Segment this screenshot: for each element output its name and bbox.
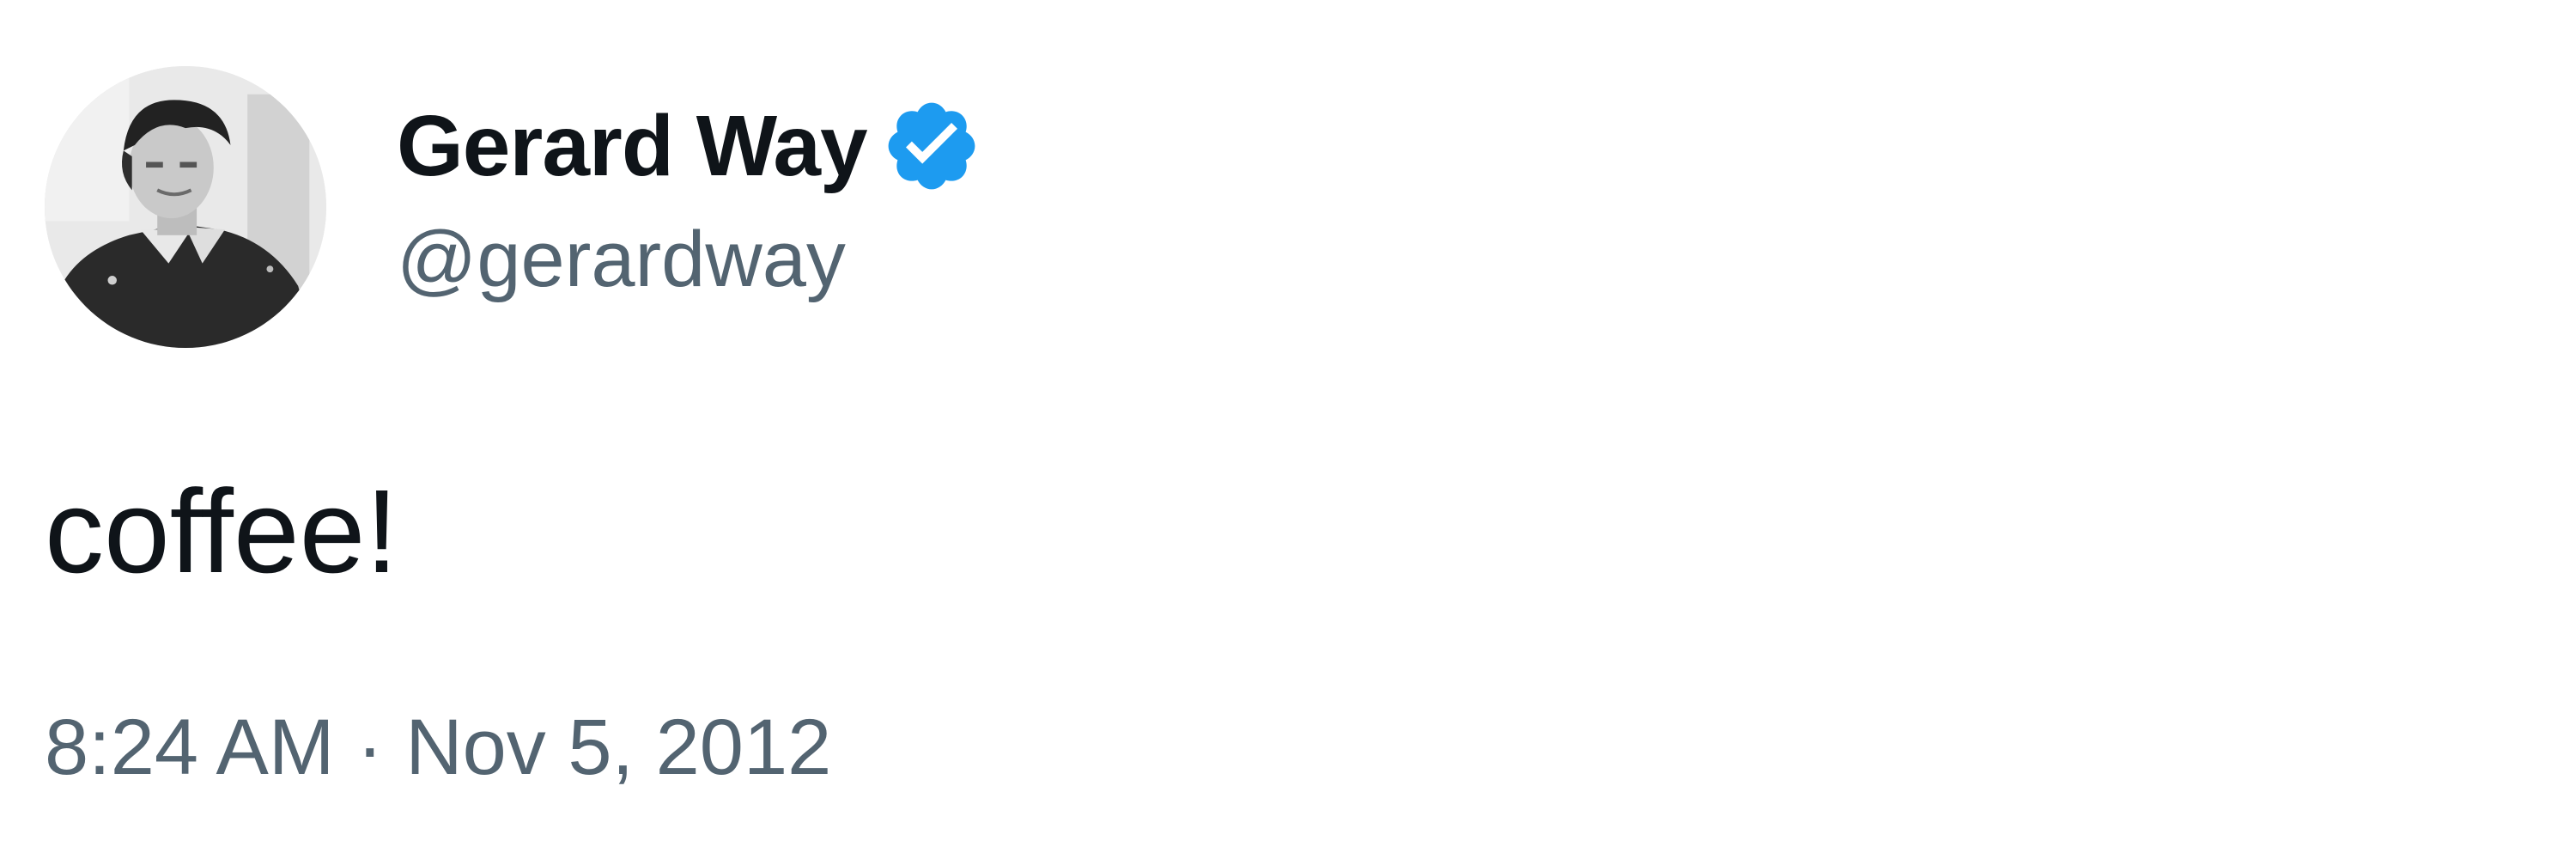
tweet-text: coffee! — [45, 466, 398, 598]
author-avatar[interactable] — [45, 66, 326, 348]
author-name-row: Gerard Way — [397, 90, 982, 202]
tweet-date[interactable]: Nov 5, 2012 — [405, 704, 831, 791]
avatar-photo — [45, 66, 326, 348]
verified-badge-icon[interactable] — [881, 95, 982, 197]
meta-separator: · — [356, 704, 384, 791]
author-handle[interactable]: @gerardway — [397, 216, 846, 303]
tweet-meta: 8:24 AM · Nov 5, 2012 — [45, 704, 831, 791]
author-display-name[interactable]: Gerard Way — [397, 103, 868, 189]
tweet-card: Gerard Way @gerardway coffee! 8:24 AM · No… — [0, 0, 2576, 859]
tweet-time[interactable]: 8:24 AM — [45, 704, 335, 791]
